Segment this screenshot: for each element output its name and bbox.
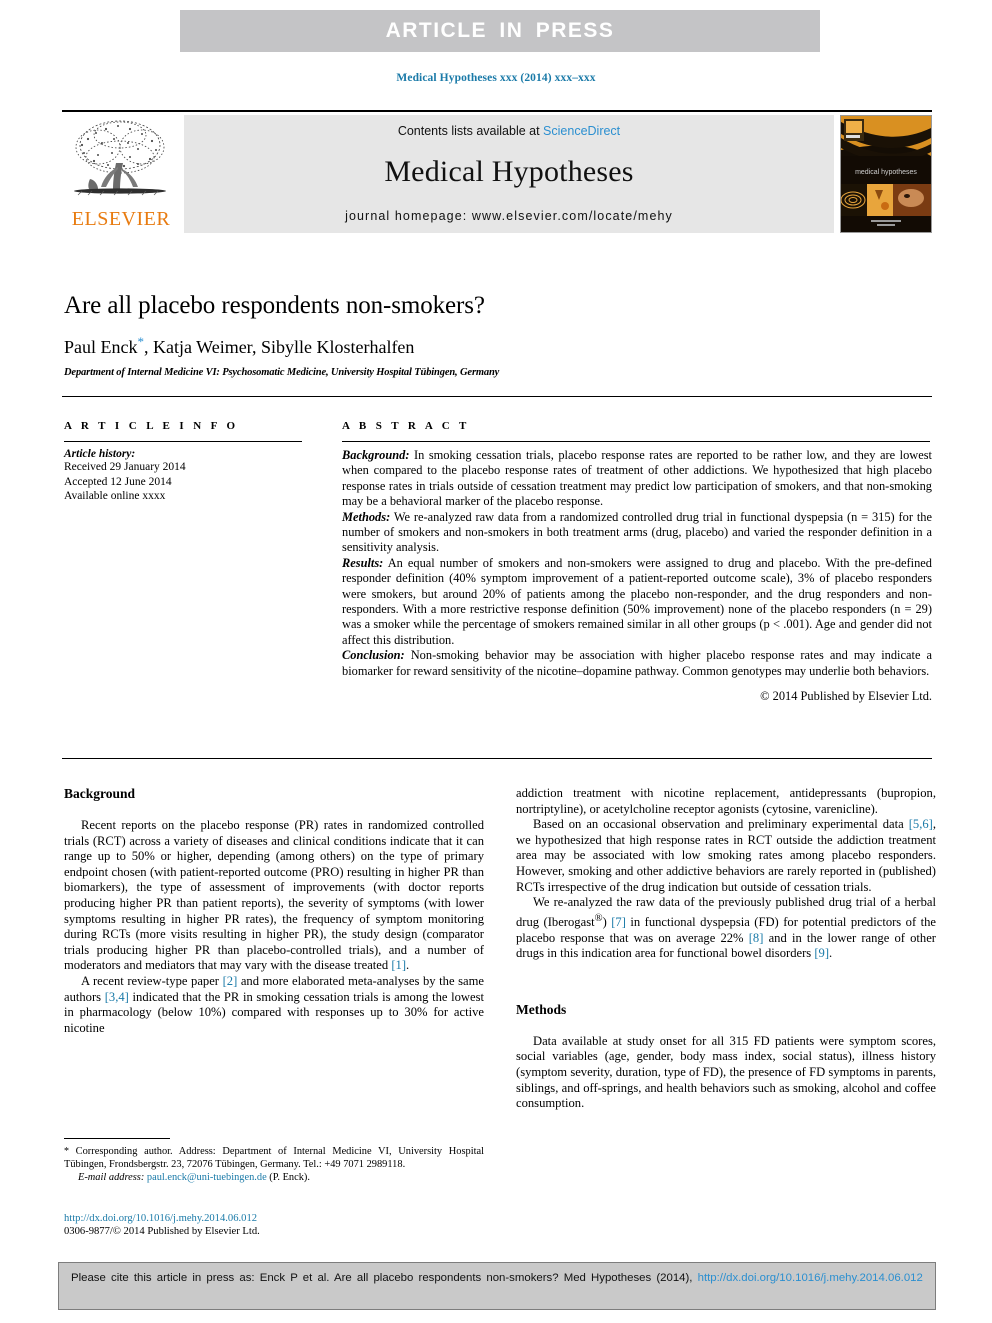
reference-link-1[interactable]: [1]	[391, 958, 406, 972]
methods-paragraph-1: Data available at study onset for all 31…	[516, 1033, 936, 1111]
doi-link[interactable]: http://dx.doi.org/10.1016/j.mehy.2014.06…	[64, 1212, 484, 1225]
background-p1-text: Recent reports on the placebo response (…	[64, 818, 484, 973]
masthead-center-panel: Contents lists available at ScienceDirec…	[184, 115, 834, 233]
reference-link-8[interactable]: [8]	[749, 931, 764, 945]
article-info-kicker: A R T I C L E I N F O	[64, 420, 239, 432]
masthead-top-rule	[62, 110, 932, 112]
info-top-rule	[62, 396, 932, 397]
abstract-kicker: A B S T R A C T	[342, 420, 470, 432]
article-in-press-label: ARTICLE IN PRESS	[385, 19, 615, 42]
email-label: E-mail address:	[78, 1171, 145, 1183]
paper-page: ARTICLE IN PRESS Medical Hypotheses xxx …	[0, 0, 992, 1323]
svg-text:medical hypotheses: medical hypotheses	[855, 169, 917, 176]
section-heading-methods: Methods	[516, 1001, 567, 1017]
article-history-label: Article history:	[64, 448, 136, 460]
abstract-section-conclusion: Conclusion: Non-smoking behavior may be …	[342, 648, 932, 679]
abstract-label-background: Background:	[342, 448, 410, 462]
abstract-copyright: © 2014 Published by Elsevier Ltd.	[760, 689, 932, 704]
elsevier-tree-icon	[74, 120, 166, 196]
corresponding-author-text: Corresponding author. Address: Departmen…	[64, 1146, 484, 1170]
cite-prefix: Please cite this article in press as: En…	[71, 1272, 698, 1284]
corresponding-author-note: * Corresponding author. Address: Departm…	[64, 1146, 484, 1172]
doi-block: http://dx.doi.org/10.1016/j.mehy.2014.06…	[64, 1212, 484, 1238]
contents-prefix: Contents lists available at	[397, 124, 544, 138]
background-p2-a: A recent review-type paper	[81, 973, 223, 988]
reference-link-2[interactable]: [2]	[223, 974, 238, 988]
right-paragraph-1: addiction treatment with nicotine replac…	[516, 786, 936, 816]
contents-available-line: Contents lists available at ScienceDirec…	[184, 124, 834, 138]
journal-title: Medical Hypotheses	[384, 155, 634, 188]
cite-doi-link-part1[interactable]: http://dx.doi.org/10.1016/	[698, 1272, 824, 1284]
background-p1-tail: .	[406, 958, 410, 973]
right-paragraph-2: Based on an occasional observation and p…	[516, 817, 936, 895]
right-paragraph-3: We re-analyzed the raw data of the previ…	[516, 895, 936, 962]
reference-link-7[interactable]: [7]	[611, 915, 626, 929]
author-rest: , Katja Weimer, Sibylle Klosterhalfen	[144, 337, 415, 357]
right-p3-b: )	[602, 914, 612, 929]
author-list: Paul Enck*, Katja Weimer, Sibylle Kloste…	[64, 334, 934, 358]
article-history-received: Received 29 January 2014	[64, 461, 186, 473]
body-right-column: addiction treatment with nicotine replac…	[516, 786, 936, 1248]
abstract-label-methods: Methods:	[342, 509, 391, 524]
right-p2-a: Based on an occasional observation and p…	[533, 817, 909, 832]
info-abstract-row: A R T I C L E I N F O Article history: R…	[64, 420, 934, 704]
abstract-text-methods: We re-analyzed raw data from a randomize…	[342, 509, 932, 555]
article-history-accepted: Accepted 12 June 2014	[64, 475, 172, 488]
email-owner: (P. Enck).	[266, 1171, 310, 1183]
background-paragraph-2: A recent review-type paper [2] and more …	[64, 974, 484, 1036]
article-history-online: Available online xxxx	[64, 490, 166, 502]
abstract-text-background: In smoking cessation trials, placebo res…	[342, 448, 932, 509]
footnote-block: * Corresponding author. Address: Departm…	[64, 1146, 484, 1184]
cover-artwork-icon: medical hypotheses	[841, 116, 931, 232]
abstract-section-methods: Methods: We re-analyzed raw data from a …	[342, 510, 932, 556]
elsevier-logo: ELSEVIER	[62, 115, 180, 233]
journal-masthead: ELSEVIER Contents lists available at Sci…	[62, 115, 932, 233]
reference-link-5-6[interactable]: [5,6]	[909, 817, 933, 831]
abstract-text-results: An equal number of smokers and non-smoke…	[342, 555, 932, 647]
abstract-body: Background: In smoking cessation trials,…	[342, 448, 932, 679]
abstract-column: A B S T R A C T Background: In smoking c…	[342, 420, 934, 704]
registered-trademark-icon: ®	[594, 912, 603, 924]
journal-cover-thumbnail: medical hypotheses	[840, 115, 932, 233]
article-info-column: A R T I C L E I N F O Article history: R…	[64, 420, 342, 704]
issn-copyright-line: 0306-9877/© 2014 Published by Elsevier L…	[64, 1226, 260, 1237]
page-title: Are all placebo respondents non-smokers?	[64, 292, 485, 319]
abstract-section-results: Results: An equal number of smokers and …	[342, 556, 932, 648]
cite-this-article-box: Please cite this article in press as: En…	[58, 1262, 936, 1310]
abstract-label-results: Results:	[342, 555, 384, 570]
cite-doi-link-part2[interactable]: j.mehy.2014.06.012	[824, 1272, 923, 1284]
author-affiliation: Department of Internal Medicine VI: Psyc…	[64, 367, 500, 378]
section-heading-background: Background	[64, 786, 136, 801]
author-lead: Paul Enck	[64, 337, 138, 357]
footnote-separator-rule	[64, 1138, 170, 1139]
abstract-section-background: Background: In smoking cessation trials,…	[342, 448, 932, 510]
elsevier-wordmark: ELSEVIER	[71, 208, 171, 230]
article-in-press-banner: ARTICLE IN PRESS	[180, 10, 820, 52]
abstract-rule	[342, 441, 930, 442]
right-p3-e: .	[829, 946, 833, 961]
running-head: Medical Hypotheses xxx (2014) xxx–xxx	[396, 72, 596, 84]
journal-homepage[interactable]: journal homepage: www.elsevier.com/locat…	[184, 209, 834, 223]
cite-this-article-text: Please cite this article in press as: En…	[71, 1271, 923, 1286]
abstract-bottom-rule	[62, 758, 932, 759]
background-paragraph-1: Recent reports on the placebo response (…	[64, 818, 484, 974]
reference-link-9[interactable]: [9]	[814, 946, 829, 960]
reference-link-3-4[interactable]: [3,4]	[105, 990, 129, 1004]
article-info-rule	[64, 441, 302, 442]
sciencedirect-link[interactable]: ScienceDirect	[543, 124, 620, 138]
abstract-text-conclusion: Non-smoking behavior may be association …	[342, 648, 932, 678]
email-note: E-mail address: paul.enck@uni-tuebingen.…	[64, 1172, 484, 1185]
email-link[interactable]: paul.enck@uni-tuebingen.de	[147, 1172, 267, 1183]
title-block: Are all placebo respondents non-smokers?…	[64, 292, 934, 378]
abstract-label-conclusion: Conclusion:	[342, 648, 405, 663]
